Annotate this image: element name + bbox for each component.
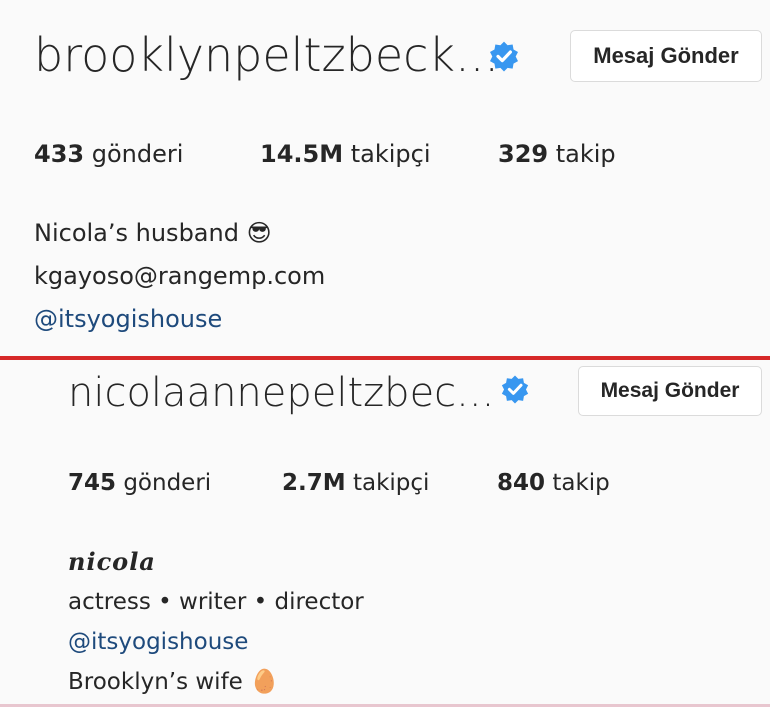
profile-header-brooklyn: brooklynpeltzbeck... Mesaj Gönder 433 gö… [0,0,770,356]
profile-header-nicola: nicolaannepeltzbec... Mesaj Gönder 745 g… [0,362,770,707]
profile-username: nicolaannepeltzbec... [68,370,495,416]
bio-display-name: 𝒏𝒊𝒄𝒐𝒍𝒂 [68,547,156,576]
posts-count: 745 gönderi [68,470,212,496]
following-count[interactable]: 840 takip [497,470,610,496]
followers-count[interactable]: 14.5M takipçi [260,140,498,168]
profile-username: brooklynpeltzbeck... [34,28,499,82]
verified-badge-icon [501,375,529,404]
bio-mention-link[interactable]: @itsyogishouse [68,622,364,662]
profile-bio: 𝒏𝒊𝒄𝒐𝒍𝒂 actress • writer • director @itsy… [68,542,364,702]
verified-badge-icon [490,41,518,72]
posts-count: 433 gönderi [34,140,184,168]
bio-mention-link[interactable]: @itsyogishouse [34,298,325,341]
profile-stats: 433 gönderi 14.5M takipçi 329 takip [34,140,616,168]
bio-line: Nicola’s husband 😎 [34,219,272,247]
following-count[interactable]: 329 takip [498,140,616,168]
bio-line: actress • writer • director [68,589,364,615]
bio-line: Brooklyn’s wife 🥚 [68,669,279,695]
send-message-button[interactable]: Mesaj Gönder [570,30,762,82]
bio-email: kgayoso@rangemp.com [34,262,326,290]
followers-count[interactable]: 2.7M takipçi [282,470,497,496]
profile-stats: 745 gönderi 2.7M takipçi 840 takip [68,470,610,496]
send-message-button[interactable]: Mesaj Gönder [578,366,762,416]
divider-line [0,356,770,360]
profile-bio: Nicola’s husband 😎 kgayoso@rangemp.com @… [34,212,325,341]
